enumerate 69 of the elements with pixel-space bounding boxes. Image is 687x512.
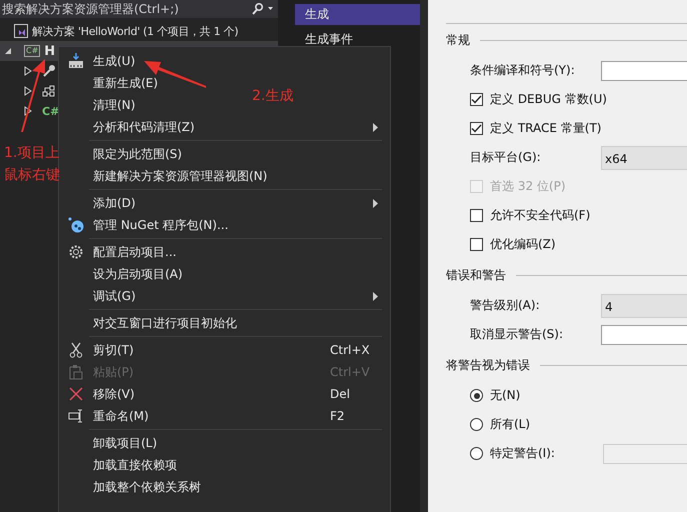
expand-arrow-icon[interactable] <box>24 106 32 116</box>
search-field[interactable]: 搜索解决方案资源管理器(Ctrl+;) <box>0 0 278 18</box>
expand-arrow-icon[interactable] <box>4 47 12 55</box>
menu-item[interactable]: 卸载项目(L) <box>59 432 218 454</box>
annotation-text: 2.生成 <box>252 87 294 105</box>
checkbox-label: 定义 DEBUG 常数(U) <box>490 91 607 108</box>
wrench-icon <box>42 64 56 78</box>
csharp-project-icon: C# <box>24 45 40 57</box>
radio-label: 所有(L) <box>490 416 532 433</box>
solution-icon <box>14 24 28 38</box>
checkbox-label: 优化编码(Z) <box>490 236 556 253</box>
menu-item[interactable]: 管理 NuGet 程序包(N)... <box>59 214 288 236</box>
menu-item[interactable]: 生成(U) <box>59 50 196 72</box>
checkbox[interactable] <box>470 93 483 106</box>
field-label: 取消显示警告(S): <box>470 326 564 343</box>
menu-item[interactable]: 重命名(M) F2 <box>59 405 390 427</box>
project-label[interactable]: H <box>44 44 56 58</box>
input-field[interactable] <box>601 324 687 344</box>
search-icon[interactable] <box>250 3 274 15</box>
menu-item[interactable]: 设为启动项目(A) <box>59 263 243 285</box>
csharp-file-icon: C# <box>42 104 60 118</box>
checkbox[interactable] <box>470 122 483 135</box>
menu-item[interactable]: 限定为此范围(S) <box>59 143 242 165</box>
section-title: 常规 <box>446 32 470 48</box>
rename-icon <box>68 409 84 423</box>
field-label: 目标平台(G): <box>470 149 542 166</box>
annotation-arrow <box>143 60 207 90</box>
x-icon <box>69 387 83 401</box>
radio-label: 无(N) <box>490 387 522 404</box>
menu-item[interactable]: 对交互窗口进行项目初始化 <box>59 312 297 334</box>
menu-item[interactable]: 剪切(T) Ctrl+X <box>59 339 390 361</box>
menu-item[interactable]: 移除(V) Del <box>59 383 390 405</box>
radio-button[interactable] <box>470 447 483 460</box>
checkbox-label: 定义 TRACE 常量(T) <box>490 120 602 137</box>
nav-item[interactable]: 生成 <box>295 4 420 25</box>
menu-item[interactable]: 添加(D) <box>59 192 390 214</box>
settings-icon <box>68 244 84 260</box>
section-title: 错误和警告 <box>446 266 506 284</box>
radio-button[interactable] <box>470 418 483 431</box>
nav-item[interactable]: 生成事件 <box>295 29 420 50</box>
field-label: 警告级别(A): <box>470 297 541 314</box>
radio-label: 特定警告(I): <box>490 445 556 462</box>
dropdown[interactable]: x64 <box>601 146 687 170</box>
build-icon <box>68 53 84 69</box>
scissors-icon <box>69 342 83 358</box>
radio-button[interactable] <box>470 389 483 402</box>
menu-item[interactable]: 加载整个依赖关系树 <box>59 476 261 498</box>
dependencies-icon <box>42 84 56 98</box>
menu-item[interactable]: 调试(G) <box>59 285 390 307</box>
section-title: 将警告视为错误 <box>446 356 530 374</box>
nuget-icon <box>68 217 84 233</box>
menu-item[interactable]: 加载直接依赖项 <box>59 454 237 476</box>
menu-item[interactable]: 重新生成(E) <box>59 72 218 94</box>
checkbox-label: 首选 32 位(P) <box>490 178 566 195</box>
annotation-text: 1.项目上鼠标右键 <box>4 144 61 185</box>
checkbox[interactable] <box>470 238 483 251</box>
dropdown[interactable]: 4 <box>601 294 687 318</box>
expand-arrow-icon[interactable] <box>24 86 32 96</box>
menu-item[interactable]: 配置启动项目... <box>59 241 236 263</box>
menu-item[interactable]: 分析和代码清理(Z) <box>59 116 390 138</box>
expand-arrow-icon[interactable] <box>24 66 32 76</box>
menu-item[interactable]: 新建解决方案资源管理器视图(N) <box>59 165 328 187</box>
solution-label[interactable]: 解决方案 'HelloWorld' (1 个项目，共 1 个) <box>32 24 238 38</box>
input-field[interactable] <box>601 60 687 80</box>
clipboard-icon <box>69 364 83 380</box>
checkbox[interactable] <box>470 209 483 222</box>
checkbox-label: 允许不安全代码(F) <box>490 207 590 224</box>
field-label: 条件编译和符号(Y): <box>470 62 576 79</box>
menu-item[interactable]: 清理(N) <box>59 94 196 116</box>
